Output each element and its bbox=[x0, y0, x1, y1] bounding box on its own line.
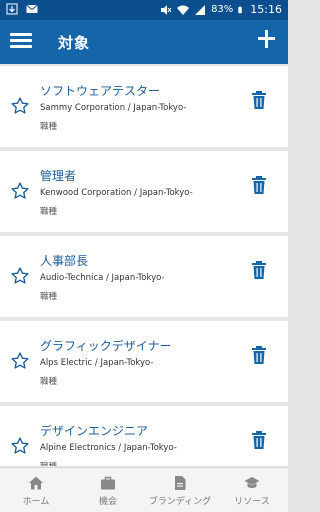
job-title: グラフィックデザイナー bbox=[40, 339, 172, 353]
download-icon bbox=[6, 3, 18, 15]
app-bar: 対象 bbox=[0, 20, 288, 64]
mute-icon bbox=[161, 4, 172, 15]
star-outline-icon[interactable] bbox=[10, 436, 30, 456]
job-type-label: 職種 bbox=[40, 207, 58, 217]
nav-jobs[interactable]: 機会 bbox=[72, 468, 144, 512]
job-type-label: 職種 bbox=[40, 377, 58, 387]
job-title: 管理者 bbox=[40, 169, 77, 183]
briefcase-icon bbox=[101, 476, 115, 490]
signal-icon bbox=[195, 4, 206, 15]
trash-icon[interactable] bbox=[250, 90, 268, 110]
clock: 15:16 bbox=[250, 3, 282, 16]
status-bar: 83% 15:16 bbox=[0, 0, 288, 20]
graduation-cap-icon bbox=[244, 477, 260, 488]
nav-resources[interactable]: リソース bbox=[216, 468, 288, 512]
list-item[interactable]: 人事部長 Audio-Technica / Japan-Tokyo- 職種 bbox=[0, 236, 288, 317]
star-outline-icon[interactable] bbox=[10, 266, 30, 286]
nav-jobs-label: 機会 bbox=[98, 497, 117, 507]
list-item[interactable]: ソフトウェアテスター Sammy Corporation / Japan-Tok… bbox=[0, 66, 288, 147]
trash-icon[interactable] bbox=[250, 175, 268, 195]
nav-branding-label: ブランディング bbox=[148, 497, 212, 507]
job-title: ソフトウェアテスター bbox=[40, 84, 161, 98]
company-location: Sammy Corporation / Japan-Tokyo- bbox=[40, 103, 187, 113]
home-icon bbox=[29, 476, 43, 490]
mail-icon bbox=[26, 4, 38, 13]
star-outline-icon[interactable] bbox=[10, 181, 30, 201]
job-title: 人事部長 bbox=[40, 254, 89, 268]
list-item[interactable]: グラフィックデザイナー Alps Electric / Japan-Tokyo-… bbox=[0, 321, 288, 402]
company-location: Kenwood Corporation / Japan-Tokyo- bbox=[40, 188, 193, 198]
wifi-icon bbox=[177, 5, 190, 15]
job-type-label: 職種 bbox=[40, 460, 57, 466]
hamburger-menu-icon[interactable] bbox=[10, 30, 34, 54]
plus-icon[interactable] bbox=[256, 28, 278, 52]
nav-branding[interactable]: ブランディング bbox=[144, 468, 216, 512]
star-outline-icon[interactable] bbox=[10, 96, 30, 116]
list-item[interactable]: 管理者 Kenwood Corporation / Japan-Tokyo- 職… bbox=[0, 151, 288, 232]
trash-icon[interactable] bbox=[250, 345, 268, 365]
job-title: デザインエンジニア bbox=[40, 424, 149, 438]
star-outline-icon[interactable] bbox=[10, 351, 30, 371]
job-type-label: 職種 bbox=[40, 292, 58, 302]
company-location: Audio-Technica / Japan-Tokyo- bbox=[40, 273, 165, 283]
page-title: 対象 bbox=[58, 34, 91, 52]
nav-home[interactable]: ホーム bbox=[0, 468, 72, 512]
nav-resources-label: リソース bbox=[234, 497, 270, 507]
document-icon bbox=[175, 476, 186, 490]
list-item[interactable]: デザインエンジニア Alpine Electronics / Japan-Tok… bbox=[0, 406, 288, 466]
trash-icon[interactable] bbox=[250, 430, 268, 450]
company-location: Alps Electric / Japan-Tokyo- bbox=[40, 358, 154, 368]
trash-icon[interactable] bbox=[250, 260, 268, 280]
battery-percent: 83% bbox=[211, 4, 234, 15]
company-location: Alpine Electronics / Japan-Tokyo- bbox=[40, 443, 177, 453]
target-list: ソフトウェアテスター Sammy Corporation / Japan-Tok… bbox=[0, 66, 288, 466]
job-type-label: 職種 bbox=[40, 122, 58, 132]
nav-home-label: ホーム bbox=[22, 497, 50, 507]
bottom-navigation: ホーム 機会 ブランディング リソース bbox=[0, 467, 288, 512]
battery-icon bbox=[238, 6, 243, 13]
